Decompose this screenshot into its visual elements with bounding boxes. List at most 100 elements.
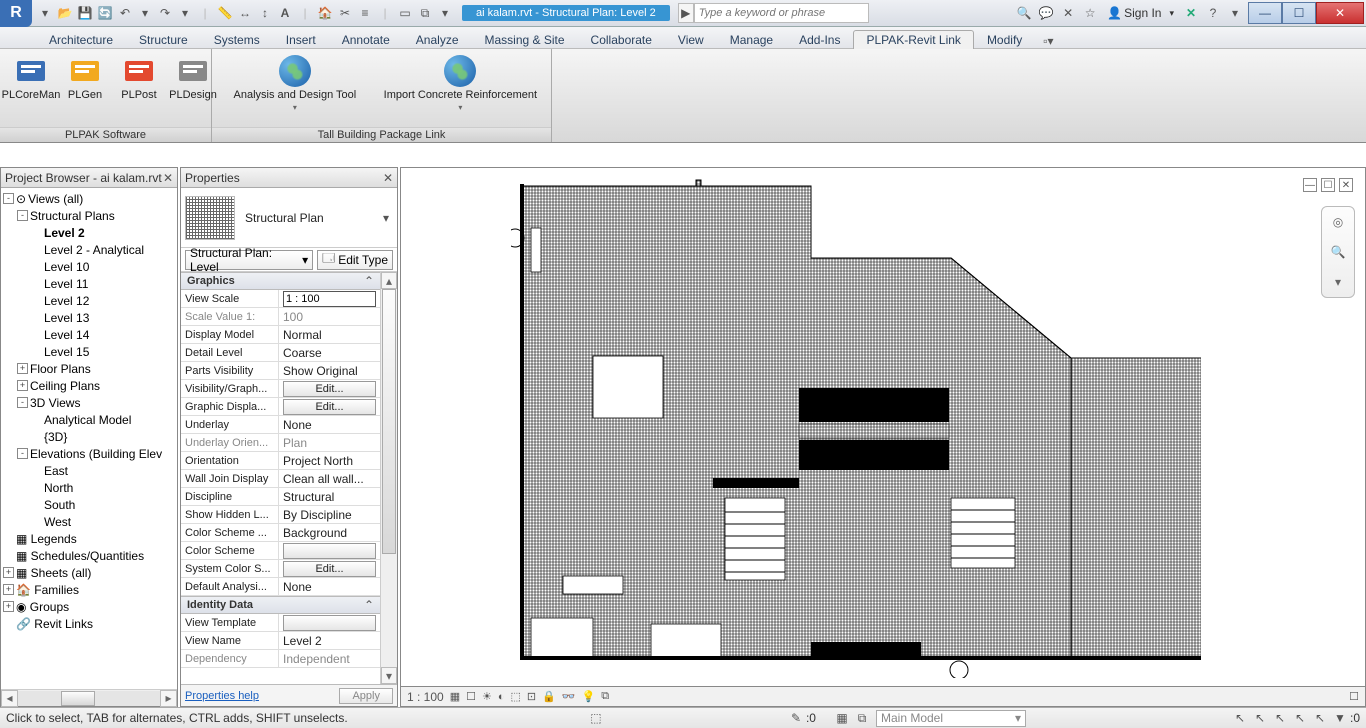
edit-type-button[interactable]: 🗔 Edit Type	[317, 250, 393, 270]
redo-dd-icon[interactable]: ▾	[176, 4, 194, 22]
tree-item[interactable]: Level 15	[1, 343, 177, 360]
expand-icon[interactable]: +	[17, 363, 28, 374]
tree-item[interactable]: +🏠 Families	[1, 581, 177, 598]
view-min-icon[interactable]: —	[1303, 178, 1317, 192]
scroll-up-icon[interactable]: ▴	[381, 272, 397, 289]
tree-item[interactable]: East	[1, 462, 177, 479]
tree-item[interactable]: South	[1, 496, 177, 513]
select-links-icon[interactable]: ↖	[1231, 709, 1249, 727]
scroll-right-icon[interactable]: ▸	[160, 690, 177, 707]
search-play-icon[interactable]: ▶	[678, 3, 694, 23]
tab-structure[interactable]: Structure	[126, 30, 201, 49]
tab-add-ins[interactable]: Add-Ins	[786, 30, 853, 49]
collapse-icon[interactable]: -	[3, 193, 14, 204]
plcoreman-button[interactable]: PLCoreMan	[6, 53, 56, 123]
plpost-button[interactable]: PLPost	[114, 53, 164, 123]
shadow-icon[interactable]: ◐	[498, 691, 505, 703]
undo-icon[interactable]: ↶	[116, 4, 134, 22]
minimize-button[interactable]: —	[1248, 2, 1282, 24]
tab-massing-site[interactable]: Massing & Site	[472, 30, 578, 49]
property-value[interactable]: Structural	[283, 490, 334, 504]
maximize-button[interactable]: ☐	[1282, 2, 1316, 24]
expand-icon[interactable]: +	[3, 584, 14, 595]
redo-icon[interactable]: ↷	[156, 4, 174, 22]
dimension-icon[interactable]: ↕	[256, 4, 274, 22]
sign-in-button[interactable]: 👤 Sign In ▾	[1103, 6, 1178, 20]
tree-item[interactable]: -Structural Plans	[1, 207, 177, 224]
drag-elements-icon[interactable]: ↖	[1311, 709, 1329, 727]
tree-item[interactable]: {3D}	[1, 428, 177, 445]
3d-icon[interactable]: 🏠	[316, 4, 334, 22]
select-pinned-icon[interactable]: ↖	[1271, 709, 1289, 727]
tree-item[interactable]: ▦ Schedules/Quantities	[1, 547, 177, 564]
properties-type-preview[interactable]: Structural Plan ▾	[181, 188, 397, 248]
editable-only-icon[interactable]: ▦	[833, 709, 851, 727]
tree-item[interactable]: +▦ Sheets (all)	[1, 564, 177, 581]
qat-dd-icon[interactable]: ▾	[436, 4, 454, 22]
text-icon[interactable]: A	[276, 4, 294, 22]
press-drag-icon[interactable]: ⬚	[587, 709, 605, 727]
tree-item[interactable]: -⊙Views (all)	[1, 190, 177, 207]
property-value[interactable]: Level 2	[283, 634, 322, 648]
pldesign-button[interactable]: PLDesign	[168, 53, 218, 123]
collapse-icon[interactable]: -	[17, 448, 28, 459]
search-icon[interactable]: 🔍	[1015, 4, 1033, 22]
crop-icon[interactable]: ⬚	[511, 690, 521, 703]
tab-analyze[interactable]: Analyze	[403, 30, 472, 49]
worksharing-icon[interactable]: ⧉	[601, 690, 609, 703]
key-icon[interactable]: ✕	[1059, 4, 1077, 22]
select-underlay-icon[interactable]: ↖	[1251, 709, 1269, 727]
tree-item[interactable]: +Ceiling Plans	[1, 377, 177, 394]
zoom-icon[interactable]: 🔍	[1327, 241, 1349, 263]
property-edit-button[interactable]	[283, 543, 376, 559]
undo-dd-icon[interactable]: ▾	[136, 4, 154, 22]
tab-modify[interactable]: Modify	[974, 30, 1035, 49]
tab-architecture[interactable]: Architecture	[36, 30, 126, 49]
tree-item[interactable]: Level 2 - Analytical	[1, 241, 177, 258]
tree-item[interactable]: -3D Views	[1, 394, 177, 411]
temp-hide-icon[interactable]: 👓	[562, 690, 576, 703]
scroll-thumb[interactable]	[382, 289, 396, 554]
tab-insert[interactable]: Insert	[273, 30, 329, 49]
close-views-icon[interactable]: ▭	[396, 4, 414, 22]
comm-icon[interactable]: 💬	[1037, 4, 1055, 22]
property-value[interactable]: Background	[283, 526, 347, 540]
analysis-and-design-tool-button[interactable]: Analysis and Design Tool▾	[220, 53, 370, 123]
reveal-icon[interactable]: 💡	[582, 690, 596, 703]
tree-item[interactable]: Level 14	[1, 326, 177, 343]
property-value[interactable]: None	[283, 580, 312, 594]
main-model-select[interactable]: Main Model ▾	[876, 710, 1026, 727]
visual-style-icon[interactable]: ☐	[466, 690, 476, 703]
selection-count-icon[interactable]: ✎	[787, 709, 805, 727]
align-icon[interactable]: ↔	[236, 4, 254, 22]
tree-item[interactable]: West	[1, 513, 177, 530]
apply-button[interactable]: Apply	[339, 688, 393, 704]
properties-help-link[interactable]: Properties help	[185, 690, 259, 702]
tree-item[interactable]: Level 2	[1, 224, 177, 241]
search-input[interactable]	[694, 3, 869, 23]
scroll-down-icon[interactable]: ▾	[381, 667, 397, 684]
thin-lines-icon[interactable]: ≡	[356, 4, 374, 22]
tab-collaborate[interactable]: Collaborate	[578, 30, 665, 49]
tree-item[interactable]: ▦ Legends	[1, 530, 177, 547]
tree-item[interactable]: Level 13	[1, 309, 177, 326]
filter-icon[interactable]: ▼	[1331, 709, 1349, 727]
tree-item[interactable]: Analytical Model	[1, 411, 177, 428]
star-icon[interactable]: ☆	[1081, 4, 1099, 22]
expand-icon[interactable]: +	[3, 601, 14, 612]
tree-item[interactable]: 🔗 Revit Links	[1, 615, 177, 632]
expand-icon[interactable]: +	[17, 380, 28, 391]
type-selector[interactable]: Structural Plan: Level ▾	[185, 250, 313, 270]
tab-systems[interactable]: Systems	[201, 30, 273, 49]
tree-item[interactable]: -Elevations (Building Elev	[1, 445, 177, 462]
tree-item[interactable]: +Floor Plans	[1, 360, 177, 377]
property-value[interactable]: By Discipline	[283, 508, 352, 522]
plgen-button[interactable]: PLGen	[60, 53, 110, 123]
scroll-left-icon[interactable]: ◂	[1, 690, 18, 707]
lock-icon[interactable]: 🔒	[542, 690, 556, 703]
property-value[interactable]: Clean all wall...	[283, 472, 364, 486]
tree-item[interactable]: Level 12	[1, 292, 177, 309]
vertical-scrollbar[interactable]: ▴ ▾	[380, 272, 397, 684]
section-icon[interactable]: ✂	[336, 4, 354, 22]
property-section[interactable]: Identity Data⌃	[181, 596, 380, 614]
